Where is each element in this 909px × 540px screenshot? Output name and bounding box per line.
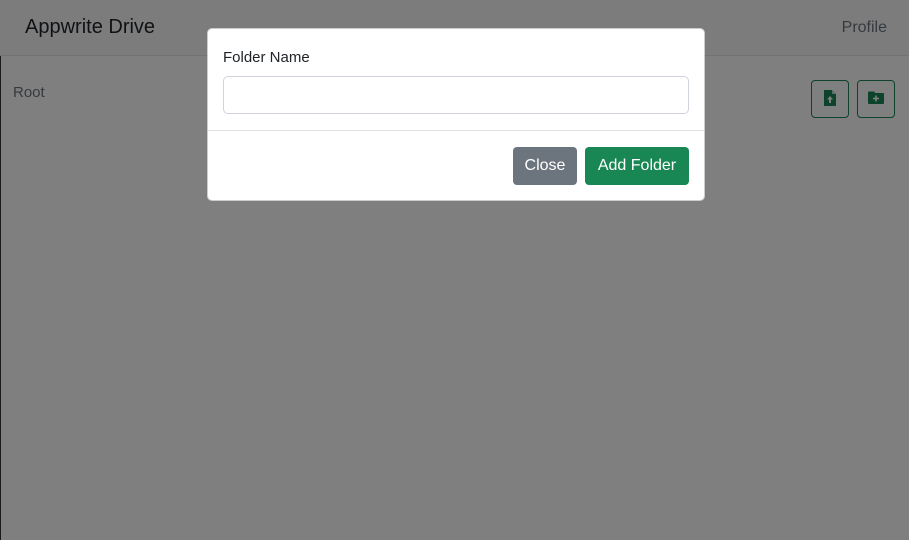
close-button[interactable]: Close [513,147,577,185]
add-folder-modal: Folder Name Close Add Folder [207,28,705,201]
folder-name-label: Folder Name [223,49,310,66]
add-folder-button[interactable]: Add Folder [585,147,689,185]
folder-name-input[interactable] [223,76,689,114]
modal-footer-divider [208,130,704,131]
